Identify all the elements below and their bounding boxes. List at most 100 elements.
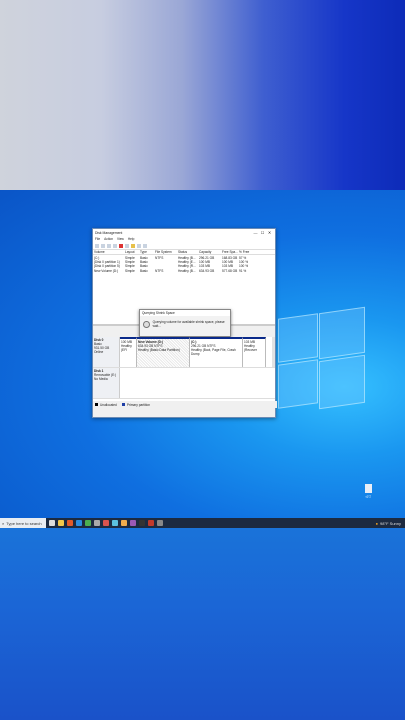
cell: 57 %	[239, 255, 247, 260]
cell: 91 %	[239, 268, 247, 273]
window-titlebar[interactable]: Disk Management — ☐ ✕	[93, 229, 275, 236]
cell: Basic	[140, 259, 148, 264]
menu-file[interactable]: File	[95, 237, 100, 241]
cell: Basic	[140, 255, 148, 260]
desktop-file-icon[interactable]: এ্যা	[361, 484, 375, 501]
task-view-icon[interactable]	[49, 520, 55, 526]
partition-block[interactable]: (C:) 296.21 GB NTFS Healthy (Boot, Page …	[190, 337, 243, 367]
partition-status: Healthy (EFI	[121, 344, 132, 352]
app-icon[interactable]	[103, 520, 109, 526]
delete-icon[interactable]	[119, 243, 123, 248]
cell: Healthy (B...	[178, 255, 196, 260]
primary-swatch	[121, 403, 125, 406]
legend-primary: Primary partition	[126, 402, 151, 407]
open-icon[interactable]	[131, 243, 135, 248]
edge-icon[interactable]	[76, 520, 82, 526]
col-filesystem[interactable]: File System	[154, 250, 177, 254]
table-row[interactable]: New Volume (D:) Simple Basic NTFS Health…	[93, 269, 275, 273]
querying-shrink-dialog[interactable]: Querying Shrink Space Querying volume fo…	[139, 309, 231, 337]
cell: (C:)	[94, 255, 100, 260]
partition-block[interactable]: 100 MB Healthy (EFI	[120, 337, 137, 367]
col-free-space[interactable]: Free Spa...	[221, 250, 238, 254]
weather-icon: ●	[375, 520, 379, 526]
cell: 577.68 GB	[222, 268, 238, 273]
partition-status: Healthy (Basic Data Partition)	[138, 348, 180, 352]
col-layout[interactable]: Layout	[124, 250, 139, 254]
menu-help[interactable]: Help	[128, 237, 135, 241]
app-icon[interactable]	[112, 520, 118, 526]
app-icon[interactable]	[67, 520, 73, 526]
col-capacity[interactable]: Capacity	[198, 250, 221, 254]
app-icon[interactable]	[94, 520, 100, 526]
forward-icon[interactable]	[101, 243, 105, 248]
help-icon[interactable]	[113, 243, 117, 248]
cell: 100 MB	[199, 259, 210, 264]
cell: (Disk 0 partition 5)	[94, 264, 120, 269]
dialog-message: Querying volume for available shrink spa…	[152, 320, 225, 328]
cell: Simple	[125, 255, 135, 260]
app-icon[interactable]	[121, 520, 127, 526]
partition-status: Healthy (Boot, Page File, Crash Dump	[191, 348, 236, 356]
cell: Simple	[125, 268, 135, 273]
blurred-background-top	[0, 0, 405, 190]
partition-block[interactable]: 103 MB Healthy (Recover	[243, 337, 266, 367]
disk-state: Online	[94, 350, 104, 354]
partition-bar	[120, 368, 275, 398]
close-button[interactable]: ✕	[266, 230, 273, 235]
cell: Basic	[140, 264, 148, 269]
taskbar-search[interactable]: ⌕ Type here to search	[0, 518, 46, 528]
cell: 168.83 GB	[222, 255, 238, 260]
partition-bar: 100 MB Healthy (EFI New Volume (D:) 634.…	[120, 337, 275, 367]
disk-management-window[interactable]: Disk Management — ☐ ✕ File Action View H…	[92, 228, 277, 418]
search-placeholder: Type here to search	[6, 520, 42, 526]
cell: Simple	[125, 259, 135, 264]
properties-icon[interactable]	[107, 243, 111, 248]
cell: Basic	[140, 268, 148, 273]
file-explorer-icon[interactable]	[58, 520, 64, 526]
cell: New Volume (D:)	[94, 268, 119, 273]
scrollbar[interactable]	[272, 337, 275, 367]
cell: 634.93 GB	[199, 268, 215, 273]
col-percent-free[interactable]: % Free	[238, 250, 253, 254]
window-title: Disk Management	[95, 230, 123, 235]
weather-text[interactable]: 98°F Sunny	[380, 521, 401, 526]
back-icon[interactable]	[95, 243, 99, 248]
col-type[interactable]: Type	[139, 250, 154, 254]
cell: Healthy (R...	[178, 264, 196, 269]
check-icon[interactable]	[125, 243, 129, 248]
legend: Unallocated Primary partition	[93, 401, 277, 408]
disk-management-taskbar-icon[interactable]	[157, 520, 163, 526]
disk-layout-pane: Disk 0 Basic 931.50 GB Online 100 MB Hea…	[93, 337, 275, 401]
file-icon	[364, 484, 372, 493]
toolbar	[93, 242, 275, 250]
col-status[interactable]: Status	[177, 250, 198, 254]
menu-action[interactable]: Action	[104, 237, 113, 241]
partition-status: Healthy (Recover	[244, 344, 257, 352]
disk-row: Disk 1 Removable (E:) No Media	[93, 368, 275, 399]
unallocated-swatch	[95, 403, 98, 406]
list-view-icon[interactable]	[143, 243, 147, 248]
col-volume[interactable]: Volume	[93, 250, 124, 254]
search-icon[interactable]	[137, 243, 141, 248]
busy-spinner-icon	[143, 320, 150, 328]
windows-logo	[278, 306, 366, 410]
menu-view[interactable]: View	[117, 237, 124, 241]
disk-info[interactable]: Disk 0 Basic 931.50 GB Online	[93, 337, 120, 367]
taskbar: ⌕ Type here to search ● 98°F Sunny	[0, 518, 405, 528]
search-icon: ⌕	[2, 520, 5, 526]
cell: NTFS	[155, 268, 164, 273]
disk-info[interactable]: Disk 1 Removable (E:) No Media	[93, 368, 120, 398]
cell: 100 MB	[222, 259, 233, 264]
minimize-button[interactable]: —	[252, 230, 259, 235]
app-icon[interactable]	[148, 520, 154, 526]
partition-block-selected[interactable]: New Volume (D:) 634.93 GB NTFS Healthy (…	[137, 337, 190, 367]
cell: 100 %	[239, 264, 249, 269]
disk-state: No Media	[94, 377, 108, 381]
cell: 103 MB	[222, 264, 233, 269]
maximize-button[interactable]: ☐	[259, 230, 266, 235]
disk-row: Disk 0 Basic 931.50 GB Online 100 MB Hea…	[93, 337, 275, 368]
app-icon[interactable]	[130, 520, 136, 526]
cell: 296.21 GB	[199, 255, 215, 260]
app-icon[interactable]	[139, 520, 145, 526]
chrome-icon[interactable]	[85, 520, 91, 526]
